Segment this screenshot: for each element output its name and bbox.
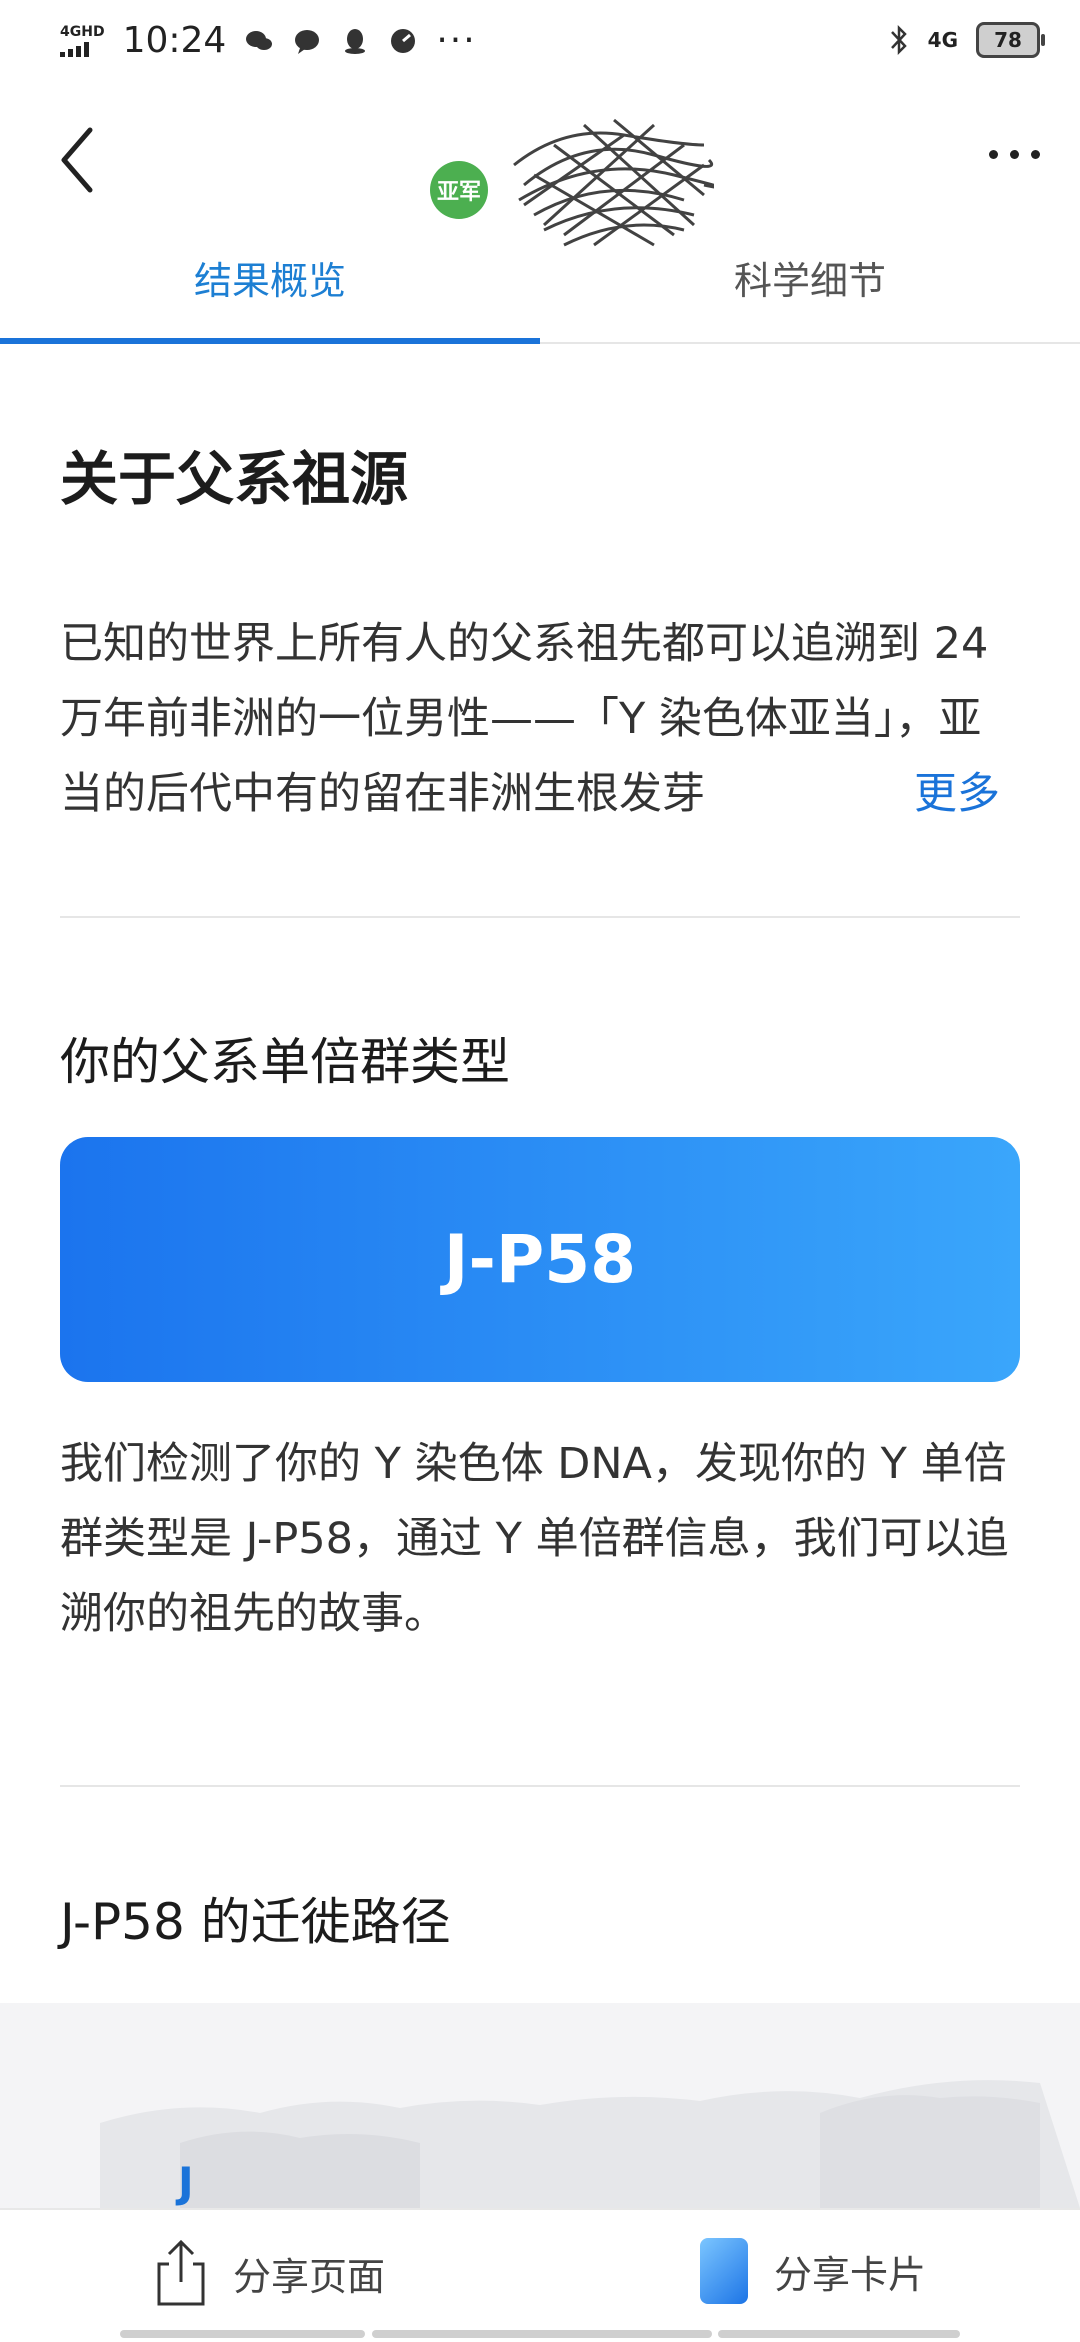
speedometer-icon	[391, 28, 416, 53]
haplogroup-description: 我们检测了你的 Y 染色体 DNA，发现你的 Y 单倍群类型是 J-P58，通过…	[60, 1439, 1009, 1639]
bluetooth-icon	[890, 24, 907, 56]
battery-level: 78	[994, 28, 1022, 52]
divider	[60, 916, 1020, 918]
battery-icon: 78	[976, 22, 1045, 58]
back-button[interactable]	[52, 120, 102, 200]
card-icon	[700, 2238, 748, 2304]
haplogroup-card[interactable]: J-P58	[60, 1137, 1020, 1382]
share-page-button[interactable]: 分享页面	[155, 2238, 385, 2308]
haplogroup-value: J-P58	[443, 1221, 637, 1298]
dot-icon	[1010, 150, 1019, 159]
section-title-migration: J-P58 的迁徙路径	[60, 1893, 451, 1951]
network-signal-icon: 4GHD	[60, 25, 105, 57]
status-bar: 4GHD 10:24 ··· 4G 78	[0, 0, 1080, 80]
bottom-action-bar: 分享页面 分享卡片	[0, 2208, 1080, 2342]
wechat-icon	[246, 30, 273, 50]
page-indicator	[0, 2330, 1080, 2338]
more-options-button[interactable]	[989, 150, 1040, 159]
tab-bar: 结果概览 科学细节	[0, 230, 1080, 344]
dot-icon	[989, 150, 998, 159]
read-more-link[interactable]: 更多	[914, 757, 1000, 832]
world-map-outline	[100, 2080, 1080, 2208]
dot-icon	[1031, 150, 1040, 159]
migration-map[interactable]: J	[0, 2003, 1080, 2208]
share-page-label: 分享页面	[233, 2254, 386, 2299]
avatar: 亚军	[430, 161, 488, 219]
share-icon	[157, 2239, 205, 2306]
clock: 10:24	[122, 20, 227, 61]
message-icon	[295, 29, 320, 54]
share-card-label: 分享卡片	[774, 2252, 927, 2297]
section-title-haplogroup: 你的父系单倍群类型	[60, 1033, 510, 1091]
share-card-button[interactable]: 分享卡片	[700, 2238, 926, 2304]
tab-results-overview[interactable]: 结果概览	[0, 230, 540, 344]
divider	[60, 1785, 1020, 1787]
nav-bar: 亚军	[0, 80, 1080, 247]
qq-icon	[345, 28, 366, 54]
section-title-paternal: 关于父系祖源	[60, 445, 409, 513]
network-label: 4GHD	[60, 23, 105, 40]
map-haplogroup-marker: J	[178, 2158, 194, 2207]
more-notifications-icon: ···	[436, 20, 477, 61]
mobile-network-label: 4G	[927, 28, 958, 52]
tab-science-details[interactable]: 科学细节	[540, 230, 1080, 342]
